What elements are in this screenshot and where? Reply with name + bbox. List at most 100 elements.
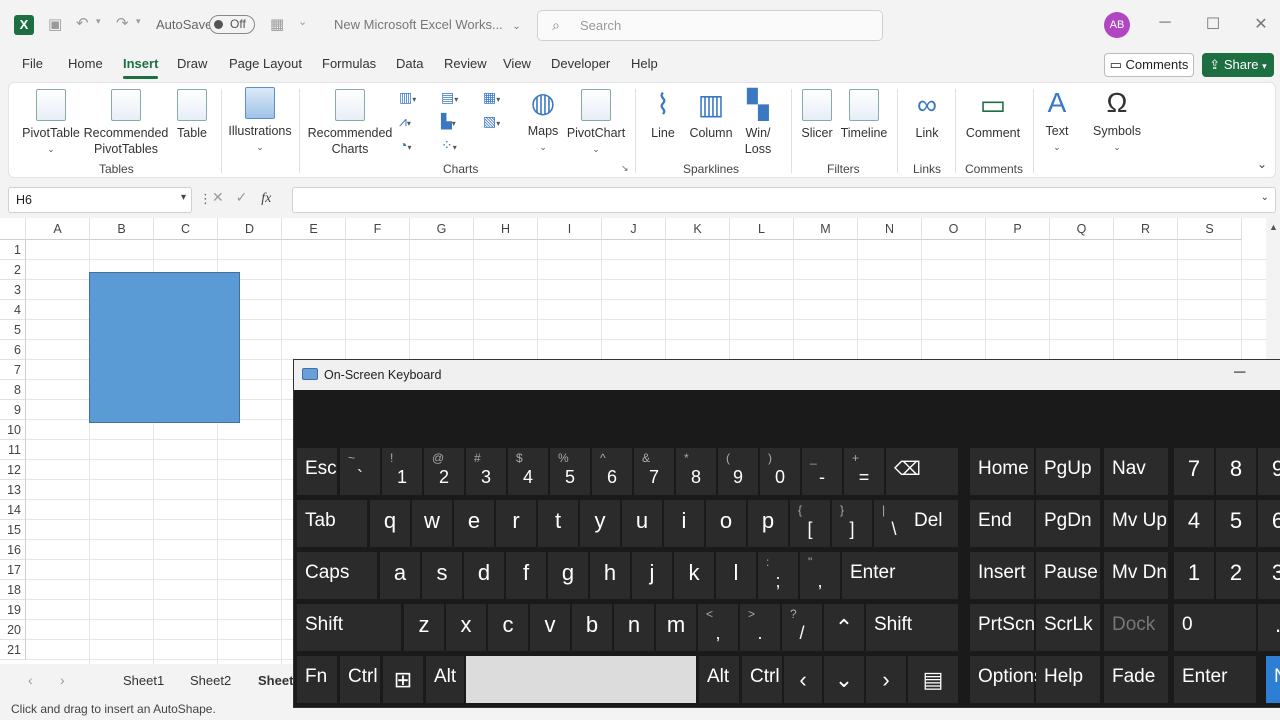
share-button[interactable]: ⇪ Share ▾ <box>1202 53 1274 77</box>
comment-button[interactable]: ▭ Comment <box>963 89 1023 141</box>
key-del[interactable]: Del <box>906 500 958 547</box>
scatter-chart-icon[interactable]: ⁘▾ <box>441 137 457 154</box>
key-end[interactable]: End <box>970 500 1034 547</box>
key-pause[interactable]: Pause <box>1036 552 1100 599</box>
key-pgup[interactable]: PgUp <box>1036 448 1100 495</box>
key-arrow-right[interactable]: › <box>866 656 906 703</box>
undo-dropdown-icon[interactable]: ▾ <box>96 16 101 27</box>
key-pgdn[interactable]: PgDn <box>1036 500 1100 547</box>
sparkline-column-button[interactable]: ▥ Column <box>687 89 735 141</box>
hierarchy-chart-icon[interactable]: ▤▾ <box>441 89 458 106</box>
column-header-p[interactable]: P <box>986 218 1050 240</box>
key-num-2[interactable]: 2 <box>1216 552 1256 599</box>
tab-draw[interactable]: Draw <box>177 56 207 71</box>
recommended-pivottables-button[interactable]: Recommended PivotTables <box>83 89 169 157</box>
key-n[interactable]: n <box>614 604 654 651</box>
column-header-j[interactable]: J <box>602 218 666 240</box>
key-mvup[interactable]: Mv Up <box>1104 500 1168 547</box>
key-enter[interactable]: Enter <box>842 552 958 599</box>
cancel-icon[interactable]: ✕ <box>212 189 224 205</box>
tab-data[interactable]: Data <box>396 56 423 71</box>
key-3[interactable]: @2 <box>424 448 464 495</box>
column-header-m[interactable]: M <box>794 218 858 240</box>
undo-icon[interactable]: ↶ <box>76 14 89 32</box>
key-fade[interactable]: Fade <box>1104 656 1168 703</box>
sheet-tab-2[interactable]: Sheet2 <box>190 673 231 688</box>
row-header-21[interactable]: 21 <box>0 640 26 660</box>
symbols-button[interactable]: Ω Symbols ⌄ <box>1091 87 1143 155</box>
key-k[interactable]: k <box>674 552 714 599</box>
key-home[interactable]: Home <box>970 448 1034 495</box>
key-h[interactable]: h <box>590 552 630 599</box>
key-punct-1[interactable]: ", <box>800 552 840 599</box>
key-num-4[interactable]: 4 <box>1174 500 1214 547</box>
key-shift-left[interactable]: Shift <box>297 604 401 651</box>
osk-title-bar[interactable]: On-Screen Keyboard ─ <box>294 360 1280 390</box>
key-ctrl-right[interactable]: Ctrl <box>742 656 782 703</box>
redo-icon[interactable]: ↷ <box>116 14 129 32</box>
tab-developer[interactable]: Developer <box>551 56 610 71</box>
tab-file[interactable]: File <box>22 56 43 71</box>
column-header-o[interactable]: O <box>922 218 986 240</box>
column-header-k[interactable]: K <box>666 218 730 240</box>
column-header-s[interactable]: S <box>1178 218 1242 240</box>
column-header-d[interactable]: D <box>218 218 282 240</box>
row-header-4[interactable]: 4 <box>0 300 26 320</box>
row-header-9[interactable]: 9 <box>0 400 26 420</box>
recommended-charts-button[interactable]: Recommended Charts <box>307 89 393 157</box>
more-options-icon[interactable]: ⋮ <box>199 191 212 207</box>
column-header-g[interactable]: G <box>410 218 474 240</box>
key-a[interactable]: a <box>380 552 420 599</box>
blue-rectangle-shape[interactable] <box>89 272 240 423</box>
key-num-3[interactable]: 3 <box>1258 552 1280 599</box>
sparkline-line-button[interactable]: ⌇ Line <box>645 89 681 141</box>
row-header-6[interactable]: 6 <box>0 340 26 360</box>
row-header-8[interactable]: 8 <box>0 380 26 400</box>
key-alt-right[interactable]: Alt <box>699 656 739 703</box>
row-header-18[interactable]: 18 <box>0 580 26 600</box>
key-m[interactable]: m <box>656 604 696 651</box>
key-num-enter[interactable]: Enter <box>1174 656 1256 703</box>
tab-home[interactable]: Home <box>68 56 103 71</box>
redo-dropdown-icon[interactable]: ▾ <box>136 16 141 27</box>
key-mvdn[interactable]: Mv Dn <box>1104 552 1168 599</box>
key-num-0[interactable]: 0 <box>1174 604 1256 651</box>
key-l[interactable]: l <box>716 552 756 599</box>
key-num-1[interactable]: 1 <box>1174 552 1214 599</box>
link-button[interactable]: ∞ Link <box>907 89 947 141</box>
key-space[interactable] <box>466 656 696 703</box>
key-bracket-1[interactable]: }] <box>832 500 872 547</box>
maximize-icon[interactable]: ☐ <box>1203 14 1223 34</box>
slicer-button[interactable]: Slicer <box>797 89 837 141</box>
key-b[interactable]: b <box>572 604 612 651</box>
key-j[interactable]: j <box>632 552 672 599</box>
row-header-15[interactable]: 15 <box>0 520 26 540</box>
column-header-h[interactable]: H <box>474 218 538 240</box>
previous-sheet-icon[interactable]: ‹ <box>28 672 33 688</box>
select-all-corner[interactable] <box>0 218 26 240</box>
column-header-a[interactable]: A <box>26 218 90 240</box>
scroll-up-icon[interactable]: ▲ <box>1269 222 1278 232</box>
column-header-r[interactable]: R <box>1114 218 1178 240</box>
key-z[interactable]: z <box>404 604 444 651</box>
key-help[interactable]: Help <box>1036 656 1100 703</box>
row-header-17[interactable]: 17 <box>0 560 26 580</box>
row-header-20[interactable]: 20 <box>0 620 26 640</box>
key-insert[interactable]: Insert <box>970 552 1034 599</box>
row-header-3[interactable]: 3 <box>0 280 26 300</box>
row-header-2[interactable]: 2 <box>0 260 26 280</box>
insert-function-icon[interactable]: fx <box>261 191 271 206</box>
key-dock[interactable]: Dock <box>1104 604 1168 651</box>
key-menu[interactable]: ▤ <box>908 656 958 703</box>
document-name[interactable]: New Microsoft Excel Works... ⌄ <box>334 17 521 32</box>
column-header-l[interactable]: L <box>730 218 794 240</box>
key-c[interactable]: c <box>488 604 528 651</box>
avatar[interactable]: AB <box>1104 12 1130 38</box>
sparkline-winloss-button[interactable]: ▚ Win/ Loss <box>739 89 777 157</box>
next-sheet-icon[interactable]: › <box>60 672 65 688</box>
sheet-tab-3[interactable]: Sheet <box>258 673 293 688</box>
row-header-13[interactable]: 13 <box>0 480 26 500</box>
column-chart-icon[interactable]: ▥▾ <box>399 89 416 106</box>
expand-formula-icon[interactable]: ⌄ <box>1261 192 1269 203</box>
row-header-12[interactable]: 12 <box>0 460 26 480</box>
